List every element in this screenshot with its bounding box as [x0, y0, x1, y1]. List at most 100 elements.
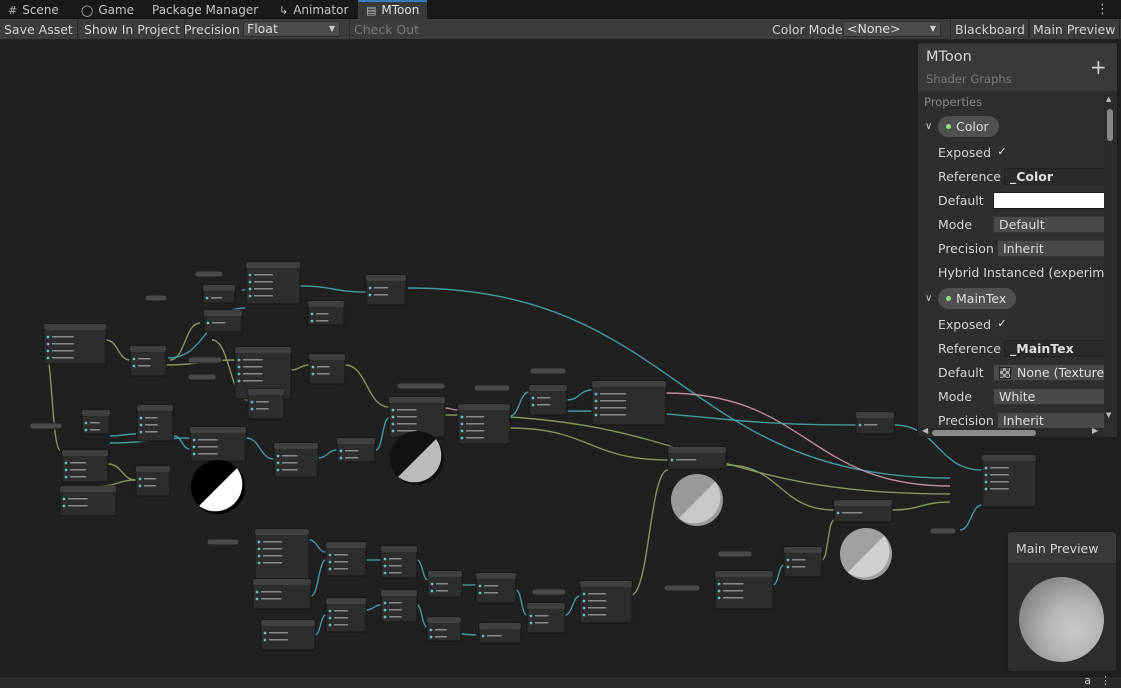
precision-dropdown[interactable]: Float ▼	[243, 21, 340, 37]
graph-port-label	[261, 598, 282, 600]
graph-node-header	[204, 310, 242, 316]
graph-port-label	[389, 616, 402, 618]
graph-port-label	[397, 416, 417, 418]
graph-port	[368, 286, 372, 290]
graph-node-header	[137, 405, 173, 411]
graph-node-header	[428, 571, 462, 577]
blackboard-vertical-scrollbar[interactable]: ▲ ▼	[1104, 93, 1116, 423]
hybrid-instanced-label[interactable]: Hybrid Instanced (experimen	[938, 265, 1105, 280]
graph-port-label	[484, 592, 498, 594]
scroll-right-icon[interactable]: ▶	[1092, 426, 1098, 435]
graph-port-label	[52, 357, 74, 359]
graph-port-label	[537, 404, 551, 406]
graph-port	[237, 379, 241, 383]
graph-node-header	[235, 347, 291, 353]
graph-port	[529, 614, 533, 618]
blackboard-horizontal-scrollbar[interactable]: ◀ ▶	[920, 426, 1104, 437]
property-node	[473, 384, 511, 392]
graph-port	[257, 547, 261, 551]
default-texture-field[interactable]: None (Texture	[993, 364, 1105, 381]
graph-edge	[105, 339, 131, 361]
graph-port-label	[389, 602, 402, 604]
main-preview-panel[interactable]: Main Preview	[1007, 531, 1117, 672]
graph-port	[138, 484, 142, 488]
main-preview-toggle-button[interactable]: Main Preview	[1028, 19, 1121, 40]
graph-port	[310, 312, 314, 316]
chevron-down-icon[interactable]: ∨	[925, 121, 932, 132]
graph-port	[984, 466, 988, 470]
graph-port	[383, 601, 387, 605]
graph-port-label	[588, 593, 607, 595]
graph-node-header	[308, 301, 344, 307]
graph-port	[460, 429, 464, 433]
graph-port	[237, 365, 241, 369]
graph-port	[383, 615, 387, 619]
graph-node-header	[60, 486, 116, 492]
graph-edge	[664, 392, 951, 487]
graph-port	[429, 628, 433, 632]
scrollbar-thumb[interactable]	[1107, 109, 1113, 141]
more-options-icon[interactable]: ⋮	[1096, 0, 1109, 19]
check-out-button[interactable]: Check Out	[349, 19, 423, 40]
graph-edge	[772, 564, 785, 586]
reference-field[interactable]: _Color	[1004, 168, 1105, 185]
graph-edge	[509, 427, 669, 461]
graph-port-label	[374, 294, 388, 296]
graph-node-header	[527, 603, 565, 609]
chevron-down-icon[interactable]: ∨	[925, 293, 932, 304]
graph-port	[132, 364, 136, 368]
scroll-down-icon[interactable]: ▼	[1106, 411, 1111, 419]
tab-animator[interactable]: ↳ Animator	[279, 0, 348, 19]
graph-port	[339, 456, 343, 460]
tab-mtoon[interactable]: ▤ MToon	[358, 0, 428, 19]
scroll-up-icon[interactable]: ▲	[1106, 95, 1111, 103]
graph-port-label	[792, 566, 806, 568]
preview-sphere[interactable]	[1019, 577, 1104, 662]
exposed-checkbox[interactable]: ✓	[995, 145, 1009, 159]
graph-port	[582, 613, 586, 617]
mode-label: Mode	[938, 389, 973, 404]
graph-port-label	[588, 614, 607, 616]
property-node	[29, 422, 63, 430]
property-node	[663, 584, 701, 592]
graph-port-label	[334, 610, 348, 612]
tab-scene[interactable]: # Scene	[8, 0, 59, 19]
color-mode-dropdown[interactable]: <None> ▼	[843, 21, 941, 37]
graph-node-header	[253, 579, 311, 585]
more-options-icon[interactable]: ⋮	[1100, 674, 1111, 687]
graph-port-label	[345, 450, 359, 452]
property-pill-maintex[interactable]: MainTex	[938, 288, 1017, 309]
precision-dropdown[interactable]: Inherit	[997, 240, 1105, 257]
graph-node-header	[136, 466, 170, 472]
exposed-checkbox[interactable]: ✓	[995, 317, 1009, 331]
default-color-swatch[interactable]	[993, 192, 1105, 209]
property-node	[929, 527, 957, 535]
graph-node-header	[337, 438, 375, 444]
graph-port-label	[243, 359, 263, 361]
scroll-left-icon[interactable]: ◀	[922, 426, 928, 435]
property-pill-color[interactable]: Color	[938, 116, 999, 137]
blackboard-toggle-button[interactable]: Blackboard	[950, 19, 1030, 40]
show-in-project-button[interactable]: Show In Project	[80, 19, 186, 40]
graph-port-label	[334, 554, 348, 556]
graph-edge	[375, 417, 390, 451]
tab-game[interactable]: ◯ Game	[81, 0, 134, 19]
precision-dropdown[interactable]: Inherit	[997, 412, 1105, 429]
save-asset-button[interactable]: Save Asset	[0, 19, 78, 40]
graph-edge	[245, 437, 275, 460]
scrollbar-thumb[interactable]	[932, 430, 1036, 436]
graph-port-label	[466, 437, 485, 439]
graph-port	[328, 567, 332, 571]
mode-dropdown[interactable]: Default	[993, 216, 1105, 233]
graph-port-label	[138, 358, 151, 360]
reference-field[interactable]: _MainTex	[1004, 340, 1105, 357]
graph-port-label	[317, 366, 330, 368]
graph-port	[46, 342, 50, 346]
graph-port	[257, 540, 261, 544]
graph-port	[383, 557, 387, 561]
tab-package-manager[interactable]: Package Manager	[152, 0, 258, 19]
mode-dropdown[interactable]: White	[993, 388, 1105, 405]
add-property-icon[interactable]: +	[1090, 57, 1107, 77]
graph-edge	[891, 501, 951, 511]
graph-node-header	[580, 581, 632, 587]
